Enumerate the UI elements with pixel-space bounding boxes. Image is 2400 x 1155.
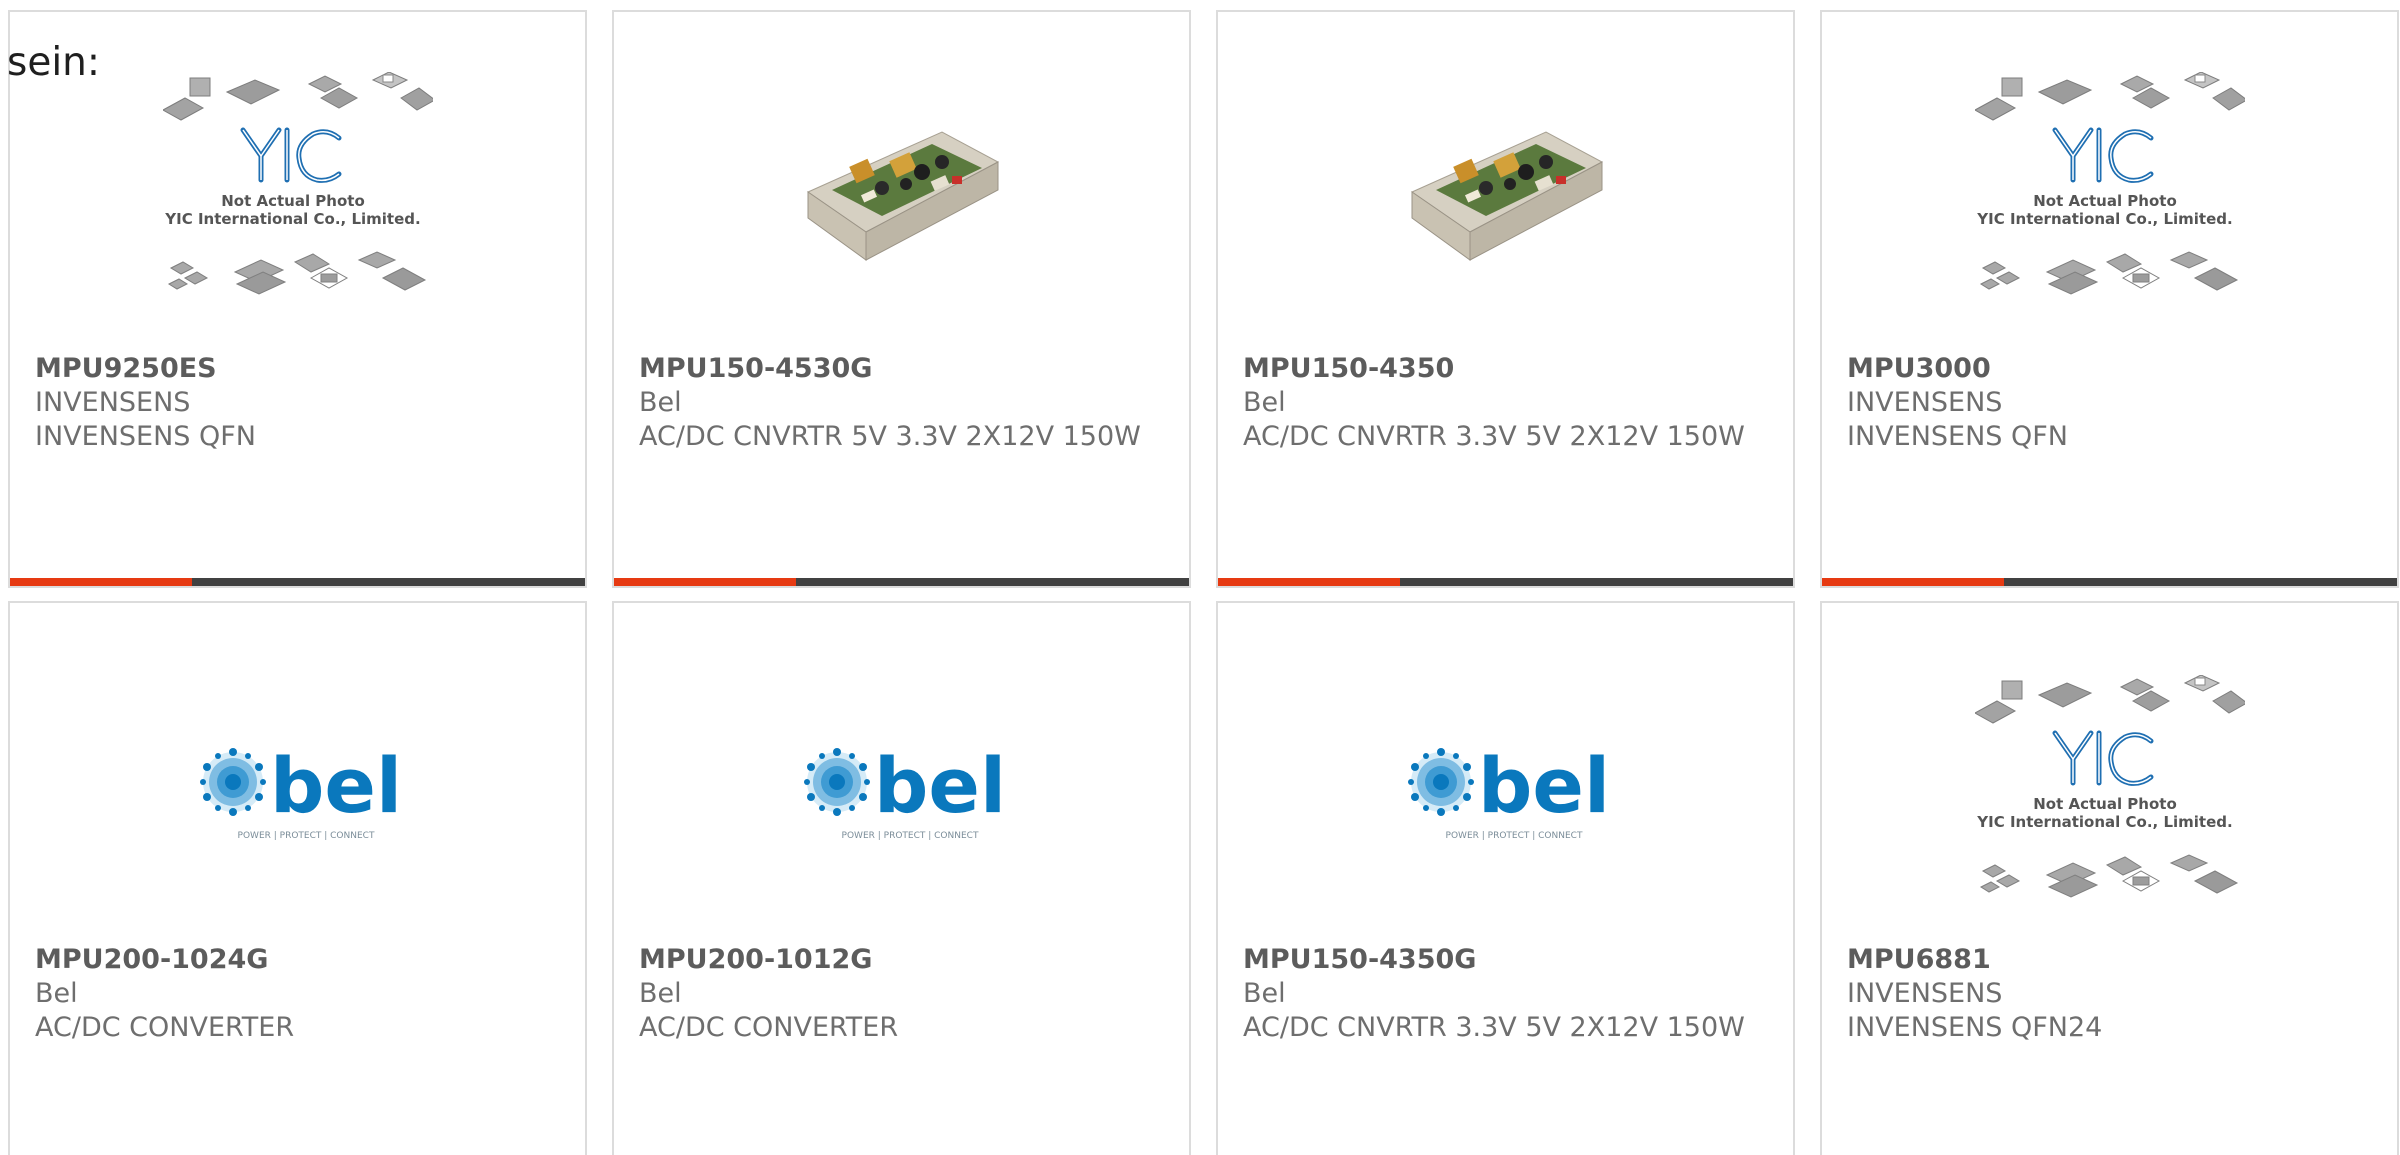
- product-manufacturer: Bel: [35, 978, 78, 1009]
- bel-logo-image: bel POWER | PROTECT | CONNECT: [199, 741, 402, 841]
- product-manufacturer: Bel: [639, 978, 682, 1009]
- bel-logo-word: bel: [1478, 741, 1610, 830]
- intro-text: sein:: [7, 40, 101, 85]
- bel-logo-tagline: POWER | PROTECT | CONNECT: [1445, 831, 1582, 841]
- product-part-number[interactable]: MPU150-4530G: [639, 352, 1169, 386]
- product-image[interactable]: [1218, 72, 1793, 312]
- product-description: AC/DC CONVERTER: [639, 1012, 899, 1043]
- card-accent-bar: [1218, 578, 1793, 586]
- card-accent-bar: [1822, 578, 2397, 586]
- product-manufacturer: INVENSENS: [1847, 978, 2003, 1009]
- card-accent-bar-highlight: [10, 578, 192, 586]
- product-info: MPU9250ES INVENSENS INVENSENS QFN: [35, 352, 565, 454]
- bel-logo-image: bel POWER | PROTECT | CONNECT: [1407, 741, 1610, 841]
- product-image[interactable]: Not Actual Photo YIC International Co., …: [1822, 72, 2397, 312]
- placeholder-text-line2: YIC International Co., Limited.: [1976, 813, 2232, 831]
- product-card[interactable]: Not Actual Photo YIC International Co., …: [1820, 601, 2399, 1155]
- product-part-number[interactable]: MPU150-4350: [1243, 352, 1773, 386]
- product-part-number[interactable]: MPU6881: [1847, 943, 2377, 977]
- bel-logo-tagline: POWER | PROTECT | CONNECT: [237, 831, 374, 841]
- product-card[interactable]: Not Actual Photo YIC International Co., …: [1820, 10, 2399, 588]
- product-manufacturer: Bel: [1243, 387, 1286, 418]
- card-accent-bar: [10, 578, 585, 586]
- placeholder-chips-image: Not Actual Photo YIC International Co., …: [162, 72, 433, 295]
- product-card[interactable]: Not Actual Photo YIC International Co., …: [8, 10, 587, 588]
- bel-logo-word: bel: [874, 741, 1006, 830]
- product-card[interactable]: bel POWER | PROTECT | CONNECT MPU150-435…: [1216, 601, 1795, 1155]
- power-supply-image: [801, 92, 1002, 292]
- product-card[interactable]: MPU150-4530G Bel AC/DC CNVRTR 5V 3.3V 2X12…: [612, 10, 1191, 588]
- product-info: MPU200-1024G Bel AC/DC CONVERTER: [35, 943, 565, 1045]
- product-info: MPU150-4530G Bel AC/DC CNVRTR 5V 3.3V 2X12…: [639, 352, 1169, 454]
- product-part-number[interactable]: MPU150-4350G: [1243, 943, 1773, 977]
- product-card[interactable]: MPU150-4350 Bel AC/DC CNVRTR 3.3V 5V 2X12V…: [1216, 10, 1795, 588]
- product-image[interactable]: [614, 72, 1189, 312]
- placeholder-chips-image: Not Actual Photo YIC International Co., …: [1974, 675, 2245, 898]
- placeholder-text-line2: YIC International Co., Limited.: [164, 210, 420, 228]
- product-info: MPU150-4350G Bel AC/DC CNVRTR 3.3V 5V 2X12…: [1243, 943, 1773, 1045]
- product-card[interactable]: bel POWER | PROTECT | CONNECT MPU200-102…: [8, 601, 587, 1155]
- card-accent-bar-rest: [192, 578, 585, 586]
- product-grid-page: sein: Not Actual Photo YIC International…: [0, 0, 2400, 1155]
- product-description: INVENSENS QFN: [35, 421, 256, 452]
- card-accent-bar-highlight: [1822, 578, 2004, 586]
- product-part-number[interactable]: MPU9250ES: [35, 352, 565, 386]
- product-image[interactable]: bel POWER | PROTECT | CONNECT: [1218, 675, 1793, 915]
- product-part-number[interactable]: MPU3000: [1847, 352, 2377, 386]
- product-grid: Not Actual Photo YIC International Co., …: [8, 10, 2400, 1155]
- product-part-number[interactable]: MPU200-1024G: [35, 943, 565, 977]
- product-manufacturer: INVENSENS: [1847, 387, 2003, 418]
- product-image[interactable]: Not Actual Photo YIC International Co., …: [1822, 675, 2397, 915]
- card-accent-bar-rest: [2004, 578, 2397, 586]
- product-info: MPU200-1012G Bel AC/DC CONVERTER: [639, 943, 1169, 1045]
- product-description: AC/DC CNVRTR 5V 3.3V 2X12V 150W: [639, 421, 1141, 452]
- bel-logo-image: bel POWER | PROTECT | CONNECT: [803, 741, 1006, 841]
- card-accent-bar-highlight: [614, 578, 796, 586]
- placeholder-chips-image: Not Actual Photo YIC International Co., …: [1974, 72, 2245, 295]
- bel-logo-word: bel: [270, 741, 402, 830]
- placeholder-text-line1: Not Actual Photo: [221, 192, 365, 210]
- product-description: INVENSENS QFN: [1847, 421, 2068, 452]
- product-info: MPU3000 INVENSENS INVENSENS QFN: [1847, 352, 2377, 454]
- placeholder-text-line1: Not Actual Photo: [2033, 795, 2177, 813]
- placeholder-text-line2: YIC International Co., Limited.: [1976, 210, 2232, 228]
- product-manufacturer: Bel: [639, 387, 682, 418]
- card-accent-bar: [614, 578, 1189, 586]
- product-image[interactable]: bel POWER | PROTECT | CONNECT: [10, 675, 585, 915]
- product-manufacturer: INVENSENS: [35, 387, 191, 418]
- product-part-number[interactable]: MPU200-1012G: [639, 943, 1169, 977]
- bel-logo-tagline: POWER | PROTECT | CONNECT: [841, 831, 978, 841]
- card-accent-bar-rest: [1400, 578, 1793, 586]
- placeholder-text-line1: Not Actual Photo: [2033, 192, 2177, 210]
- power-supply-image: [1405, 92, 1606, 292]
- product-description: INVENSENS QFN24: [1847, 1012, 2103, 1043]
- product-image[interactable]: Not Actual Photo YIC International Co., …: [10, 72, 585, 312]
- product-manufacturer: Bel: [1243, 978, 1286, 1009]
- card-accent-bar-rest: [796, 578, 1189, 586]
- product-info: MPU6881 INVENSENS INVENSENS QFN24: [1847, 943, 2377, 1045]
- product-info: MPU150-4350 Bel AC/DC CNVRTR 3.3V 5V 2X12V…: [1243, 352, 1773, 454]
- product-card[interactable]: bel POWER | PROTECT | CONNECT MPU200-101…: [612, 601, 1191, 1155]
- product-description: AC/DC CNVRTR 3.3V 5V 2X12V 150W: [1243, 1012, 1745, 1043]
- card-accent-bar-highlight: [1218, 578, 1400, 586]
- product-description: AC/DC CNVRTR 3.3V 5V 2X12V 150W: [1243, 421, 1745, 452]
- product-description: AC/DC CONVERTER: [35, 1012, 295, 1043]
- product-image[interactable]: bel POWER | PROTECT | CONNECT: [614, 675, 1189, 915]
